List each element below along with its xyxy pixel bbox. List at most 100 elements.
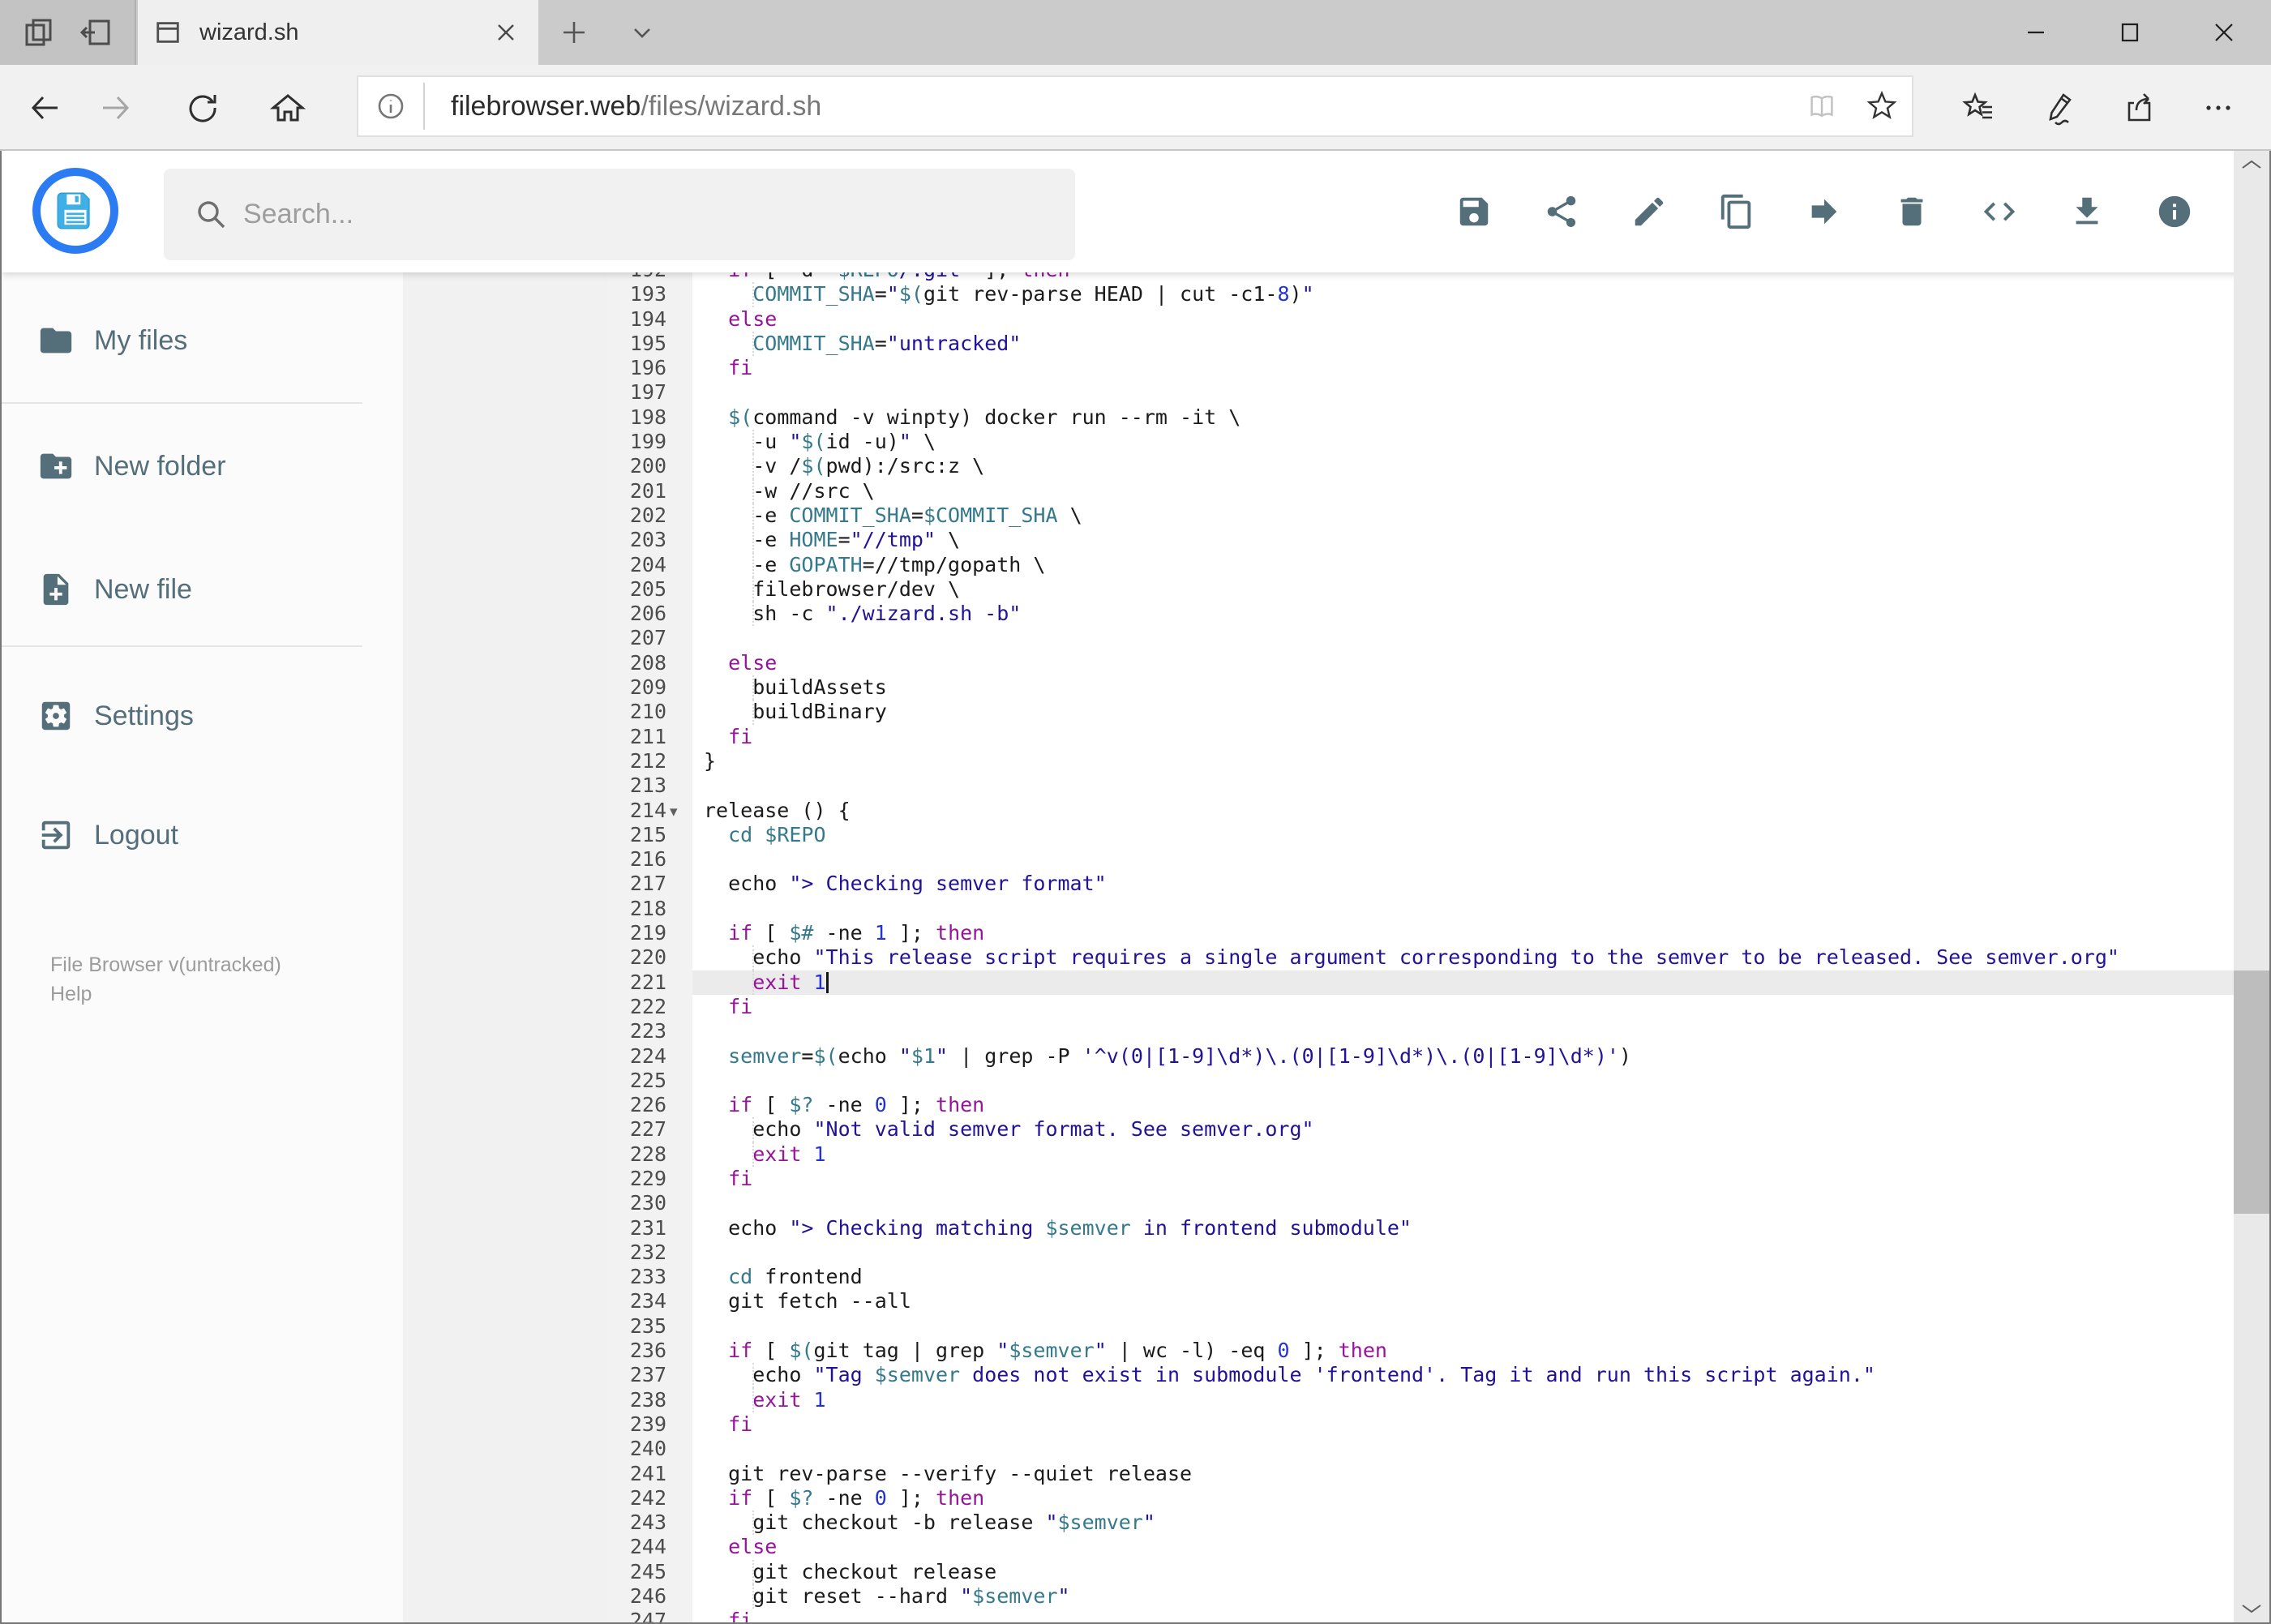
filebrowser-logo-icon[interactable]	[32, 168, 118, 254]
code-row[interactable]: 210 buildBinary	[608, 700, 2234, 725]
code-row[interactable]: 218	[608, 897, 2234, 921]
code-text[interactable]: git fetch --all	[692, 1289, 2234, 1313]
code-text[interactable]: -u "$(id -u)" \	[692, 430, 2234, 454]
code-text[interactable]: exit 1	[692, 1142, 2234, 1167]
url-text[interactable]: filebrowser.web/files/wizard.sh	[451, 91, 1792, 122]
sidebar-item-my-files[interactable]: My files	[2, 311, 403, 370]
code-text[interactable]: echo "Not valid semver format. See semve…	[692, 1117, 2234, 1142]
code-row[interactable]: 207	[608, 626, 2234, 650]
tab-list-chevron-icon[interactable]	[616, 0, 668, 65]
code-row[interactable]: 224 semver=$(echo "$1" | grep -P '^v(0|[…	[608, 1044, 2234, 1069]
scroll-up-icon[interactable]	[2234, 151, 2269, 178]
code-row[interactable]: 195 COMMIT_SHA="untracked"	[608, 331, 2234, 357]
code-row[interactable]: 229 fi	[608, 1167, 2234, 1191]
code-text[interactable]: fi	[692, 995, 2234, 1019]
code-text[interactable]: if [ $# -ne 1 ]; then	[692, 921, 2234, 945]
code-text[interactable]	[692, 1019, 2234, 1043]
address-bar[interactable]: filebrowser.web/files/wizard.sh	[357, 75, 1913, 137]
code-row[interactable]: 226 if [ $? -ne 0 ]; then	[608, 1093, 2234, 1117]
code-row[interactable]: 247 fi	[608, 1609, 2234, 1622]
code-text[interactable]: echo "Tag $semver does not exist in subm…	[692, 1363, 2234, 1387]
info-icon[interactable]	[2156, 193, 2193, 230]
code-row[interactable]: 241 git rev-parse --verify --quiet relea…	[608, 1462, 2234, 1486]
home-button[interactable]	[254, 74, 322, 142]
code-text[interactable]: else	[692, 651, 2234, 675]
favorite-star-icon[interactable]	[1852, 88, 1912, 124]
code-row[interactable]: 216	[608, 847, 2234, 872]
code-text[interactable]	[692, 1314, 2234, 1339]
code-text[interactable]: COMMIT_SHA="untracked"	[692, 332, 2234, 356]
fold-marker-icon[interactable]: ▾	[670, 799, 678, 824]
code-row[interactable]: 202 -e COMMIT_SHA=$COMMIT_SHA \	[608, 503, 2234, 529]
code-row[interactable]: 198 $(command -v winpty) docker run --rm…	[608, 405, 2234, 430]
code-row[interactable]: 238 exit 1	[608, 1387, 2234, 1412]
help-link[interactable]: Help	[50, 979, 281, 1009]
download-icon[interactable]	[2068, 193, 2106, 230]
code-text[interactable]: semver=$(echo "$1" | grep -P '^v(0|[1-9]…	[692, 1044, 2234, 1069]
code-text[interactable]: cd frontend	[692, 1265, 2234, 1289]
sidebar-item-new-file[interactable]: New file	[2, 560, 403, 619]
code-text[interactable]	[692, 847, 2234, 872]
code-row[interactable]: 205 filebrowser/dev \	[608, 576, 2234, 602]
more-options-icon[interactable]	[2179, 75, 2258, 140]
code-text[interactable]: -e GOPATH=//tmp/gopath \	[692, 553, 2234, 577]
window-close-button[interactable]	[2177, 0, 2271, 65]
tab-close-icon[interactable]	[490, 16, 522, 49]
code-icon[interactable]	[1981, 193, 2018, 230]
window-minimize-button[interactable]	[1989, 0, 2083, 65]
code-row[interactable]: 208 else	[608, 651, 2234, 675]
code-row[interactable]: 206 sh -c "./wizard.sh -b"	[608, 602, 2234, 627]
code-row[interactable]: 199 -u "$(id -u)" \	[608, 430, 2234, 455]
code-text[interactable]: cd $REPO	[692, 823, 2234, 847]
code-row[interactable]: 240	[608, 1437, 2234, 1461]
code-row[interactable]: 225	[608, 1069, 2234, 1093]
code-text[interactable]: if [ $(git tag | grep "$semver" | wc -l)…	[692, 1339, 2234, 1363]
move-icon[interactable]	[1806, 193, 1843, 230]
code-text[interactable]	[692, 773, 2234, 798]
search-bar[interactable]	[164, 169, 1075, 260]
browser-tab[interactable]: wizard.sh	[138, 0, 538, 65]
code-text[interactable]: echo "This release script requires a sin…	[692, 945, 2234, 970]
forward-button[interactable]	[81, 74, 149, 142]
code-row[interactable]: 201 -w //src \	[608, 478, 2234, 503]
annotate-pen-icon[interactable]	[2020, 75, 2099, 140]
refresh-button[interactable]	[169, 74, 237, 142]
delete-icon[interactable]	[1893, 193, 1930, 230]
code-text[interactable]: buildAssets	[692, 675, 2234, 700]
code-text[interactable]: fi	[692, 1167, 2234, 1191]
code-row[interactable]: 237 echo "Tag $semver does not exist in …	[608, 1363, 2234, 1388]
tabs-preview-icon[interactable]	[20, 14, 58, 51]
code-row[interactable]: 236 if [ $(git tag | grep "$semver" | wc…	[608, 1339, 2234, 1363]
code-text[interactable]: buildBinary	[692, 700, 2234, 724]
page-scrollbar[interactable]	[2234, 151, 2269, 1622]
code-row[interactable]: 220 echo "This release script requires a…	[608, 945, 2234, 971]
code-text[interactable]: git checkout -b release "$semver"	[692, 1510, 2234, 1535]
code-text[interactable]: git checkout release	[692, 1560, 2234, 1584]
code-text[interactable]: -v /$(pwd):/src:z \	[692, 454, 2234, 478]
sidebar-item-new-folder[interactable]: New folder	[2, 437, 403, 495]
code-text[interactable]	[692, 897, 2234, 921]
code-text[interactable]: fi	[692, 356, 2234, 380]
code-text[interactable]: exit 1	[692, 970, 2234, 995]
code-row[interactable]: 228 exit 1	[608, 1142, 2234, 1167]
code-row[interactable]: 244 else	[608, 1535, 2234, 1559]
code-row[interactable]: 211 fi	[608, 725, 2234, 749]
sidebar-item-settings[interactable]: Settings	[2, 687, 403, 745]
code-row[interactable]: 217 echo "> Checking semver format"	[608, 872, 2234, 896]
code-text[interactable]: echo "> Checking matching $semver in fro…	[692, 1216, 2234, 1240]
code-text[interactable]: git reset --hard "$semver"	[692, 1584, 2234, 1609]
code-row[interactable]: 239 fi	[608, 1412, 2234, 1437]
code-row[interactable]: 222 fi	[608, 995, 2234, 1019]
code-text[interactable]: if [ $? -ne 0 ]; then	[692, 1093, 2234, 1117]
code-row[interactable]: 194 else	[608, 307, 2234, 332]
code-text[interactable]: exit 1	[692, 1388, 2234, 1412]
code-row[interactable]: 243 git checkout -b release "$semver"	[608, 1510, 2234, 1536]
code-row[interactable]: 213	[608, 773, 2234, 798]
code-row[interactable]: 197	[608, 380, 2234, 405]
code-text[interactable]: COMMIT_SHA="$(git rev-parse HEAD | cut -…	[692, 282, 2234, 306]
code-row[interactable]: 231 echo "> Checking matching $semver in…	[608, 1216, 2234, 1240]
share-icon[interactable]	[2099, 75, 2179, 140]
copy-icon[interactable]	[1718, 193, 1755, 230]
code-text[interactable]: else	[692, 307, 2234, 332]
code-row[interactable]: 200 -v /$(pwd):/src:z \	[608, 454, 2234, 479]
